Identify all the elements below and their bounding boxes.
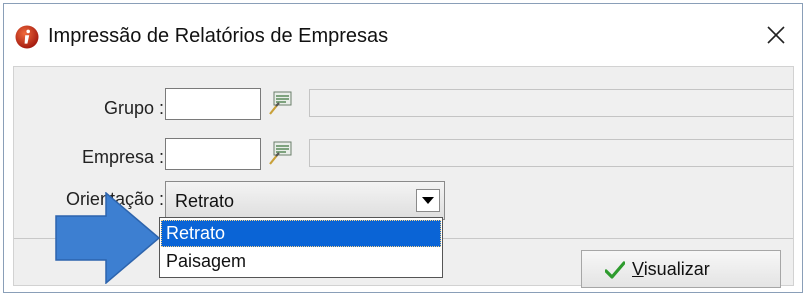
info-icon: [15, 25, 39, 49]
option-paisagem[interactable]: Paisagem: [161, 248, 441, 275]
arrow-right-icon: [55, 192, 161, 284]
chevron-down-icon: [422, 197, 434, 204]
grupo-lookup-icon[interactable]: [266, 89, 296, 117]
grupo-code-input[interactable]: [165, 88, 261, 120]
orientacao-select[interactable]: Retrato: [165, 181, 445, 220]
orientacao-dropdown-list: Retrato Paisagem: [159, 217, 443, 278]
empresa-lookup-icon[interactable]: [266, 139, 296, 167]
orientacao-selected-value: Retrato: [175, 191, 235, 211]
window-title: Impressão de Relatórios de Empresas: [48, 25, 389, 47]
check-icon: [605, 261, 625, 279]
visualizar-label: Visualizar: [632, 259, 710, 279]
visualizar-button[interactable]: Visualizar: [581, 250, 781, 288]
dropdown-toggle-button[interactable]: [416, 189, 440, 212]
close-icon[interactable]: [761, 20, 791, 50]
grupo-label: Grupo :: [103, 98, 164, 118]
title-bar: Impressão de Relatórios de Empresas: [4, 4, 802, 66]
grupo-name-field: [309, 89, 793, 117]
empresa-code-input[interactable]: [165, 138, 261, 170]
empresa-label: Empresa :: [81, 147, 164, 167]
empresa-name-field: [309, 139, 793, 167]
option-retrato[interactable]: Retrato: [161, 220, 441, 247]
